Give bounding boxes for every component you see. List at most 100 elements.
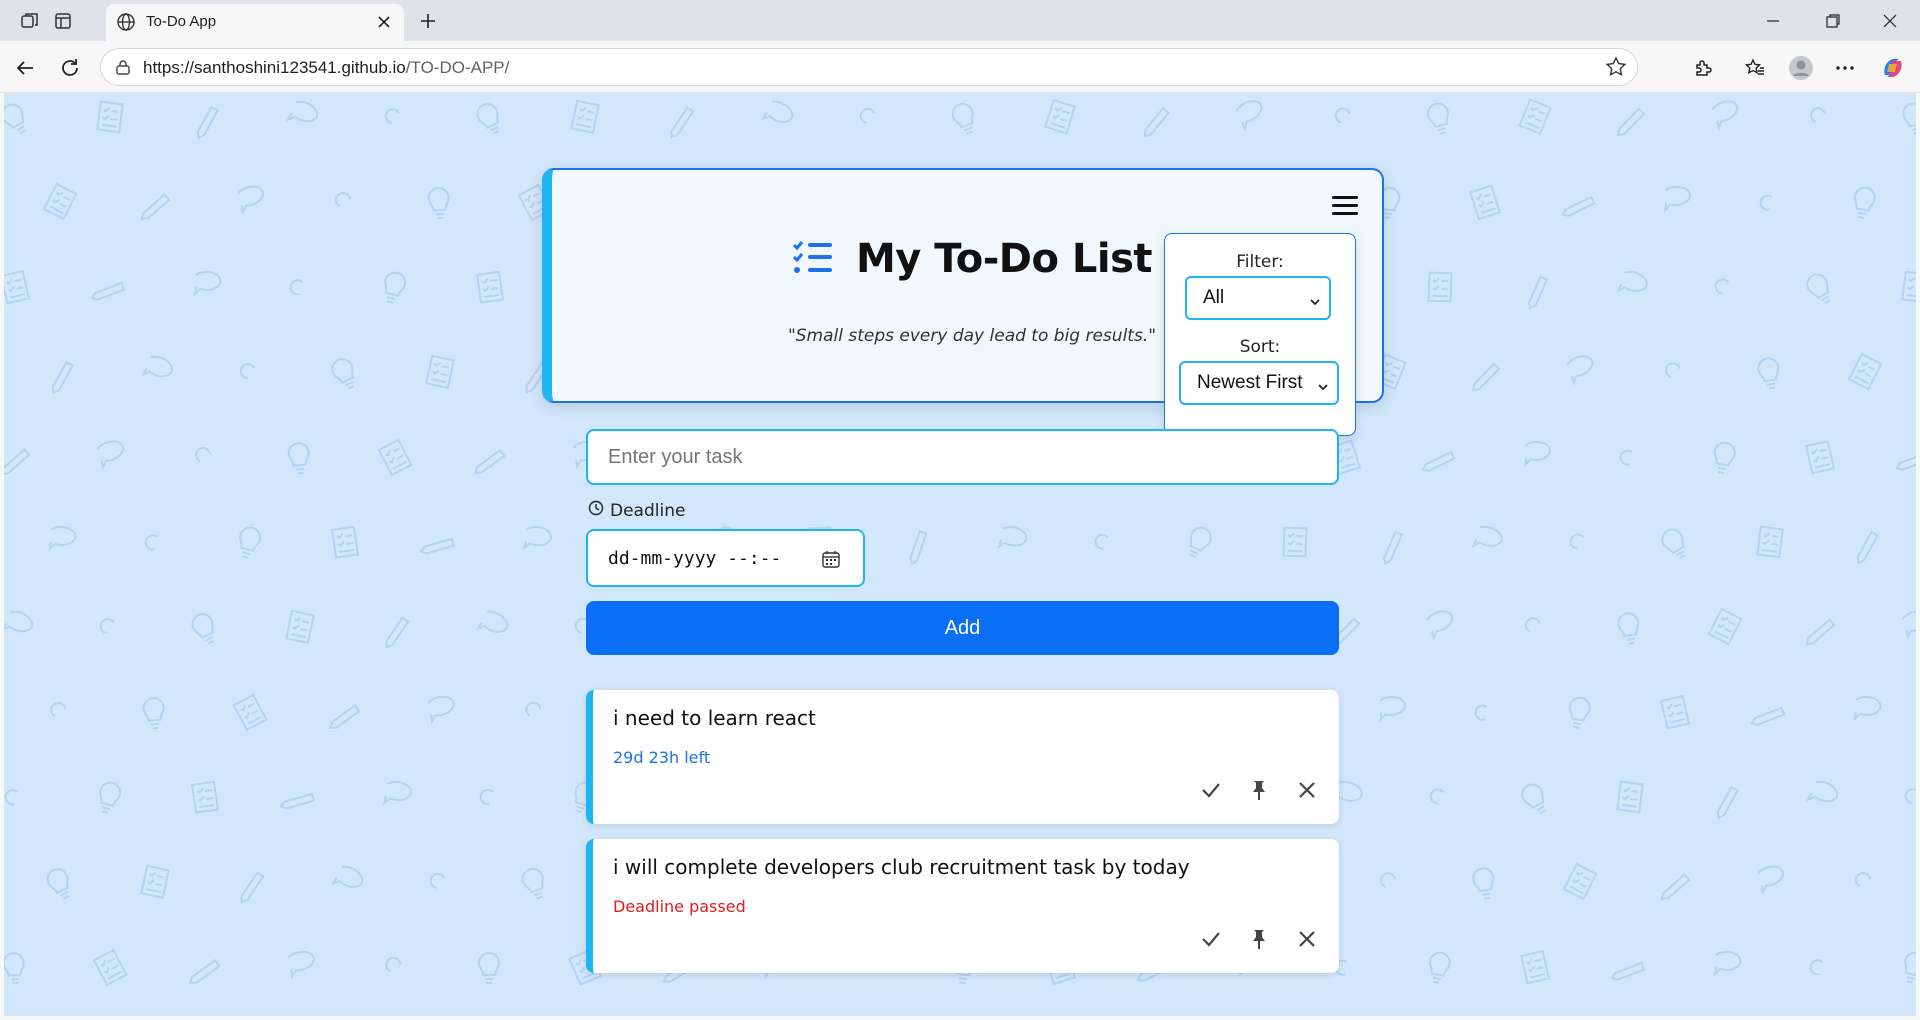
doodle-shape: [142, 697, 165, 730]
star-icon[interactable]: [1605, 56, 1627, 82]
back-icon[interactable]: [10, 53, 40, 83]
close-icon[interactable]: [372, 10, 396, 34]
doodle-shape: [196, 105, 220, 140]
task-actions: [1199, 778, 1319, 802]
doodle-shape: [1472, 362, 1501, 392]
filter-sort-panel: Filter: All Sort: Newest First: [1164, 233, 1356, 436]
doodle-shape: [1853, 696, 1882, 722]
delete-icon[interactable]: [1295, 778, 1319, 802]
pin-icon[interactable]: [1247, 778, 1271, 802]
address-bar[interactable]: https://santhoshini123541.github.io/TO-D…: [100, 48, 1638, 86]
doodle-shape: [1421, 450, 1456, 472]
doodle-shape: [1664, 186, 1691, 213]
add-task-button[interactable]: Add: [586, 601, 1339, 655]
doodle-shape: [1711, 100, 1739, 132]
pin-icon[interactable]: [1247, 927, 1271, 951]
workspaces-icon[interactable]: [17, 8, 43, 34]
doodle-shape: [1750, 706, 1786, 726]
refresh-icon[interactable]: [55, 53, 85, 83]
doodle-shape: [331, 525, 359, 559]
extensions-icon[interactable]: [1688, 53, 1718, 83]
doodle-shape: [1847, 352, 1883, 391]
doodle-shape: [951, 102, 974, 135]
delete-icon[interactable]: [1295, 927, 1319, 951]
hamburger-icon[interactable]: [1332, 196, 1358, 220]
doodle-shape: [1568, 696, 1591, 729]
doodle-shape: [285, 609, 315, 644]
doodle-shape: [1713, 441, 1736, 474]
doodle-shape: [1189, 526, 1212, 558]
doodle-shape: [1569, 533, 1585, 550]
check-icon[interactable]: [1199, 778, 1223, 802]
doodle-shape: [1757, 357, 1780, 390]
doodle-shape: [239, 526, 262, 559]
sort-select[interactable]: Newest First: [1179, 361, 1339, 405]
tab-actions-icon[interactable]: [50, 8, 76, 34]
doodle-shape: [521, 867, 544, 900]
lock-icon[interactable]: [115, 59, 131, 79]
browser-tab[interactable]: To-Do App: [106, 4, 404, 41]
doodle-shape: [1901, 270, 1916, 304]
doodle-shape: [670, 106, 695, 139]
doodle-shape: [1804, 439, 1836, 475]
doodle-shape: [859, 107, 876, 124]
doodle-shape: [1901, 610, 1916, 641]
doodle-shape: [1334, 107, 1351, 124]
task-actions: [1199, 927, 1319, 951]
doodle-shape: [1379, 696, 1406, 723]
doodle-shape: [427, 187, 450, 220]
doodle-shape: [1044, 98, 1076, 135]
doodle-shape: [425, 354, 455, 389]
doodle-shape: [287, 950, 315, 980]
doodle-shape: [191, 613, 215, 645]
doodle-shape: [144, 534, 158, 551]
doodle-shape: [476, 103, 500, 135]
close-window-icon[interactable]: [1862, 0, 1918, 41]
task-text: i need to learn react: [613, 706, 816, 730]
filter-select[interactable]: All: [1185, 276, 1331, 320]
check-icon[interactable]: [1199, 927, 1223, 951]
doodle-shape: [1904, 951, 1916, 984]
doodle-shape: [99, 618, 115, 635]
filter-label: Filter:: [1236, 252, 1284, 272]
globe-icon: [116, 12, 136, 36]
doodle-shape: [1428, 951, 1451, 984]
doodle-shape: [1661, 528, 1686, 560]
task-input[interactable]: [586, 429, 1339, 485]
copilot-icon[interactable]: [1878, 53, 1908, 83]
chevron-down-icon: [1317, 377, 1329, 399]
doodle-shape: [1429, 788, 1445, 805]
restore-icon[interactable]: [1805, 0, 1861, 41]
doodle-shape: [42, 182, 78, 221]
doodle-shape: [285, 100, 318, 123]
doodle-shape: [377, 438, 413, 477]
doodle-shape: [1383, 530, 1404, 566]
doodle-shape: [1895, 451, 1916, 471]
doodle-shape: [1282, 526, 1308, 558]
minimize-icon[interactable]: [1745, 0, 1801, 41]
profile-icon[interactable]: [1786, 53, 1816, 83]
doodle-shape: [1380, 872, 1396, 888]
calendar-icon[interactable]: [821, 549, 841, 573]
plus-icon[interactable]: [413, 6, 443, 36]
more-icon[interactable]: [1830, 53, 1860, 83]
deadline-label: Deadline: [588, 500, 685, 521]
doodle-shape: [996, 526, 1028, 550]
doodle-shape: [525, 701, 542, 717]
doodle-shape: [1616, 780, 1644, 814]
doodle-shape: [99, 781, 122, 814]
doodle-shape: [1616, 270, 1648, 294]
doodle-shape: [279, 792, 316, 810]
doodle-shape: [429, 872, 446, 889]
doodle-shape: [96, 440, 124, 471]
sort-select-value: Newest First: [1197, 372, 1303, 393]
doodle-shape: [522, 526, 552, 551]
doodle-shape: [92, 948, 128, 987]
doodle-shape: [1427, 271, 1453, 303]
favorites-icon[interactable]: [1740, 53, 1770, 83]
doodle-shape: [335, 192, 352, 208]
doodle-shape: [1713, 951, 1742, 977]
doodle-shape: [385, 616, 410, 649]
deadline-datetime-input[interactable]: dd-mm-yyyy --:--: [586, 529, 865, 587]
doodle-shape: [188, 958, 221, 984]
